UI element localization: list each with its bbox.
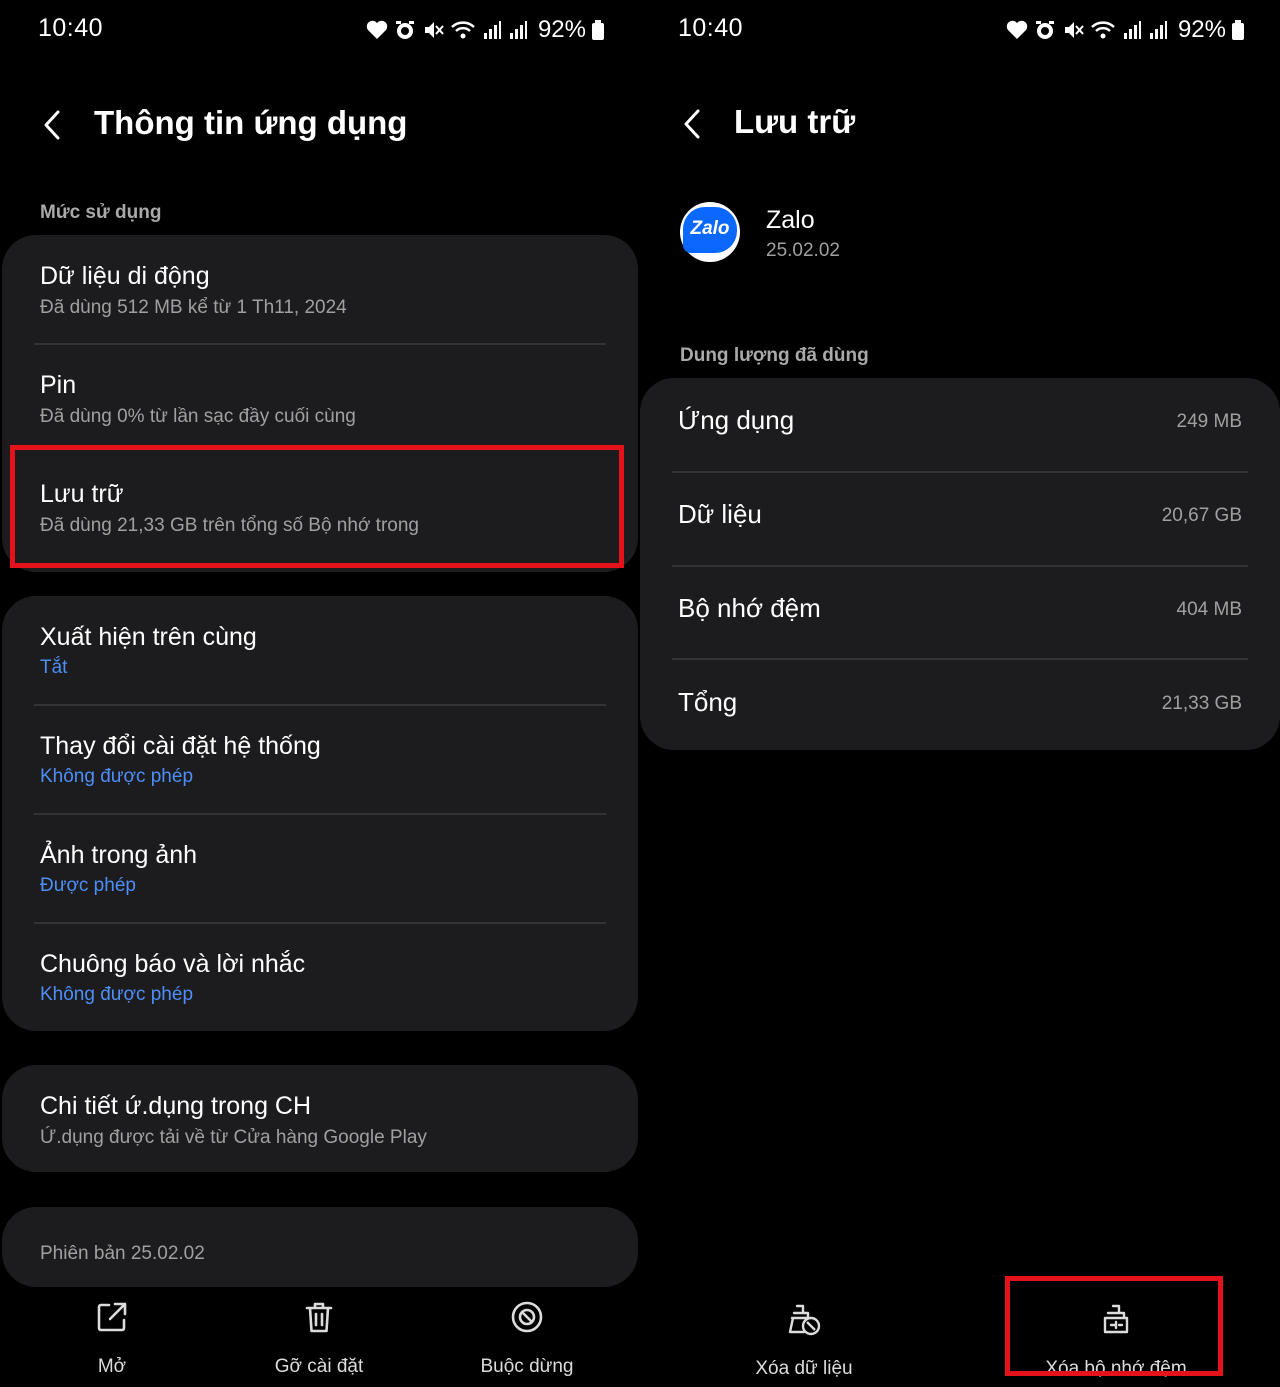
chevron-left-icon — [684, 109, 700, 139]
mute-icon — [1064, 22, 1084, 38]
app-name: Zalo — [766, 206, 815, 234]
heart-icon — [1006, 20, 1028, 39]
back-button[interactable] — [34, 102, 74, 148]
app-version: 25.02.02 — [766, 240, 840, 261]
page-title: Lưu trữ — [734, 103, 856, 140]
force-stop-button[interactable]: Buộc dừng — [427, 1300, 627, 1387]
clear-cache-button[interactable]: Xóa bộ nhớ đệm — [1016, 1302, 1216, 1387]
status-bar: 10:40 92% — [640, 0, 1280, 58]
storage-screen: 10:40 92% Lưu trữ Zalo Zalo 25.02.02 Dun… — [640, 0, 1280, 1387]
storage-row-data: Dữ liệu 20,67 GB — [640, 472, 1280, 566]
storage-row-label: Ứng dụng — [678, 405, 795, 435]
clear-cache-icon — [1103, 1304, 1129, 1334]
status-time: 10:40 — [678, 14, 744, 42]
storage-row-cache: Bộ nhớ đệm 404 MB — [640, 566, 1280, 660]
list-item-subtitle: Đã dùng 512 MB kể từ 1 Th11, 2024 — [40, 297, 347, 318]
list-item-title: Chuông báo và lời nhắc — [40, 950, 306, 978]
storage-row-label: Tổng — [678, 687, 738, 717]
list-item-subtitle: Ứ.dụng được tải về từ Cửa hàng Google Pl… — [40, 1127, 427, 1148]
list-item-mobile-data[interactable]: Dữ liệu di động Đã dùng 512 MB kể từ 1 T… — [2, 235, 638, 344]
list-item-status: Được phép — [40, 875, 136, 896]
clear-data-button[interactable]: Xóa dữ liệu — [704, 1302, 904, 1387]
clear-data-label: Xóa dữ liệu — [755, 1358, 853, 1379]
signal-icon — [483, 21, 501, 39]
list-item-alarms-reminders[interactable]: Chuông báo và lời nhắc Không được phép — [2, 924, 638, 1031]
list-item-title: Xuất hiện trên cùng — [40, 623, 257, 651]
list-item-display-over-apps[interactable]: Xuất hiện trên cùng Tắt — [2, 596, 638, 704]
signal-icon — [509, 21, 527, 39]
battery-icon — [592, 20, 604, 40]
store-card: Chi tiết ứ.dụng trong CH Ứ.dụng được tải… — [2, 1065, 638, 1172]
list-item-picture-in-picture[interactable]: Ảnh trong ảnh Được phép — [2, 815, 638, 922]
clear-cache-label: Xóa bộ nhớ đệm — [1045, 1358, 1187, 1379]
storage-row-value: 404 MB — [1176, 599, 1242, 620]
wifi-icon — [1091, 21, 1115, 39]
list-item-title: Dữ liệu di động — [40, 262, 210, 290]
permissions-card: Xuất hiện trên cùng Tắt Thay đổi cài đặt… — [2, 596, 638, 1031]
section-label-used: Dung lượng đã dùng — [680, 345, 869, 366]
status-time: 10:40 — [38, 14, 104, 42]
app-info-screen: 10:40 92% Thông tin ứng dụng Mức sử dụng… — [0, 0, 640, 1387]
list-item-subtitle: Đã dùng 0% từ lần sạc đầy cuối cùng — [40, 406, 356, 427]
signal-icon — [1149, 21, 1167, 39]
back-button[interactable] — [674, 101, 714, 147]
storage-row-label: Bộ nhớ đệm — [678, 593, 821, 623]
usage-card: Dữ liệu di động Đã dùng 512 MB kể từ 1 T… — [2, 235, 638, 572]
app-header: Zalo Zalo 25.02.02 — [680, 200, 1240, 270]
list-item-title: Lưu trữ — [40, 480, 124, 508]
battery-percent: 92% — [1177, 16, 1226, 43]
storage-row-value: 21,33 GB — [1161, 693, 1242, 714]
list-item-title: Ảnh trong ảnh — [40, 841, 198, 869]
battery-icon — [1232, 20, 1244, 40]
uninstall-button[interactable]: Gỡ cài đặt — [219, 1300, 419, 1387]
open-label: Mở — [97, 1356, 127, 1377]
list-item-storage[interactable]: Lưu trữ Đã dùng 21,33 GB trên tổng số Bộ… — [2, 454, 638, 563]
list-item-status: Không được phép — [40, 984, 194, 1005]
version-text: Phiên bản 25.02.02 — [40, 1243, 205, 1264]
list-item-status: Không được phép — [40, 766, 194, 787]
storage-row-label: Dữ liệu — [678, 499, 762, 529]
app-bar: Thông tin ứng dụng — [0, 94, 640, 156]
status-icons: 92% — [366, 16, 604, 44]
list-item-title: Chi tiết ứ.dụng trong CH — [40, 1092, 312, 1120]
battery-percent: 92% — [537, 16, 586, 43]
zalo-logo-text: Zalo — [690, 218, 730, 239]
status-bar: 10:40 92% — [0, 0, 640, 58]
storage-row-value: 20,67 GB — [1161, 505, 1242, 526]
trash-icon — [305, 1302, 333, 1333]
alarm-icon — [1035, 21, 1054, 39]
force-stop-label: Buộc dừng — [480, 1356, 574, 1377]
signal-icon — [1123, 21, 1141, 39]
storage-row-total: Tổng 21,33 GB — [640, 660, 1280, 754]
list-item-store-details[interactable]: Chi tiết ứ.dụng trong CH Ứ.dụng được tải… — [2, 1065, 638, 1172]
storage-row-app: Ứng dụng 249 MB — [640, 378, 1280, 472]
section-label-usage: Mức sử dụng — [40, 202, 162, 223]
list-item-status: Tắt — [40, 657, 68, 678]
alarm-icon — [395, 21, 414, 39]
list-item-battery[interactable]: Pin Đã dùng 0% từ lần sạc đầy cuối cùng — [2, 345, 638, 453]
version-card: Phiên bản 25.02.02 — [2, 1207, 638, 1287]
stop-icon — [511, 1301, 543, 1333]
list-item-modify-system-settings[interactable]: Thay đổi cài đặt hệ thống Không được phé… — [2, 706, 638, 813]
page-title: Thông tin ứng dụng — [94, 104, 408, 141]
status-icons: 92% — [1006, 16, 1244, 44]
list-item-subtitle: Đã dùng 21,33 GB trên tổng số Bộ nhớ tro… — [40, 515, 419, 536]
wifi-icon — [451, 21, 475, 39]
storage-row-value: 249 MB — [1176, 411, 1242, 432]
list-item-title: Thay đổi cài đặt hệ thống — [40, 732, 321, 760]
heart-icon — [366, 20, 388, 39]
chevron-left-icon — [44, 110, 60, 140]
clear-data-icon — [788, 1304, 821, 1336]
zalo-app-icon: Zalo — [680, 202, 740, 262]
storage-card: Ứng dụng 249 MB Dữ liệu 20,67 GB Bộ nhớ … — [640, 378, 1280, 750]
list-item-title: Pin — [40, 371, 77, 399]
open-icon — [97, 1302, 127, 1332]
mute-icon — [424, 22, 444, 38]
open-button[interactable]: Mở — [12, 1300, 212, 1387]
app-bar: Lưu trữ — [640, 93, 1280, 155]
uninstall-label: Gỡ cài đặt — [274, 1356, 364, 1377]
